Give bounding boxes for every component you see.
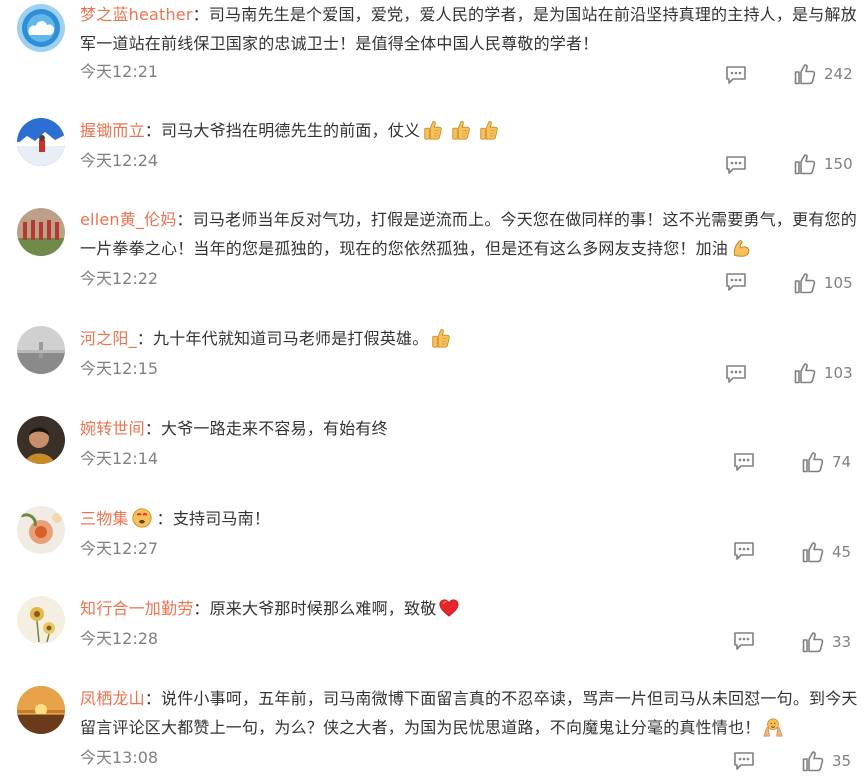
like-count: 35 xyxy=(832,752,852,770)
comment-time: 今天12:28 xyxy=(80,629,159,648)
avatar[interactable] xyxy=(17,326,65,374)
comment-time: 今天12:21 xyxy=(80,62,159,81)
reply-icon[interactable] xyxy=(733,452,755,472)
sunset-avatar-icon xyxy=(17,686,65,734)
like-icon xyxy=(802,750,824,772)
like-button[interactable]: 74 xyxy=(802,451,851,473)
like-icon xyxy=(794,63,816,85)
reply-icon[interactable] xyxy=(725,65,747,85)
reply-icon[interactable] xyxy=(725,155,747,175)
like-button[interactable]: 103 xyxy=(794,362,853,384)
cemetery-avatar-icon xyxy=(17,208,65,256)
flexed-biceps-emoji xyxy=(730,237,752,259)
like-count: 33 xyxy=(832,633,852,651)
like-button[interactable]: 45 xyxy=(802,541,851,563)
avatar[interactable] xyxy=(17,118,65,166)
thumbs-up-emoji xyxy=(430,327,452,349)
comment-body: 九十年代就知道司马老师是打假英雄。 xyxy=(153,329,429,348)
like-icon xyxy=(794,153,816,175)
comment-time: 今天12:24 xyxy=(80,151,159,170)
dark-portrait-avatar-icon xyxy=(17,416,65,464)
comment-text: 凤栖龙山：说件小事呵，五年前，司马南微博下面留言真的不忍卒读，骂声一片但司马从未… xyxy=(80,689,858,738)
like-button[interactable]: 105 xyxy=(794,272,853,294)
like-icon xyxy=(802,451,824,473)
like-count: 103 xyxy=(824,364,853,382)
avatar[interactable] xyxy=(17,596,65,644)
comment-text: 河之阳_：九十年代就知道司马老师是打假英雄。 xyxy=(80,324,860,353)
avatar[interactable] xyxy=(17,208,65,256)
like-button[interactable]: 150 xyxy=(794,153,853,175)
like-count: 105 xyxy=(824,274,853,292)
comment-text: 梦之蓝heather：司马南先生是个爱国，爱党，爱人民的学者，是为国站在前沿坚持… xyxy=(80,5,857,53)
comment-item: 河之阳_：九十年代就知道司马老师是打假英雄。 今天12:15 103 xyxy=(0,318,864,398)
username-link[interactable]: ellen黄_伦妈 xyxy=(80,210,177,229)
username-link[interactable]: 知行合一加勤劳 xyxy=(80,599,193,618)
comment-body: 司马大爷挡在明德先生的前面，仗义 xyxy=(161,121,421,140)
reply-icon[interactable] xyxy=(733,631,755,651)
comment-item: 三物集 ：支持司马南！ 今天12:27 45 xyxy=(0,498,864,578)
comment-time: 今天12:22 xyxy=(80,269,159,288)
comment-time: 今天12:14 xyxy=(80,449,159,468)
comment-text: 握锄而立：司马大爷挡在明德先生的前面，仗义 xyxy=(80,116,860,145)
like-icon xyxy=(794,362,816,384)
username-link[interactable]: 梦之蓝heather xyxy=(80,5,193,24)
reply-icon[interactable] xyxy=(725,272,747,292)
like-button[interactable]: 33 xyxy=(802,631,851,653)
like-count: 45 xyxy=(832,543,852,561)
comment-text: 婉转世间：大爷一路走来不容易，有始有终 xyxy=(80,419,388,438)
emoji-badge-icon xyxy=(131,508,152,528)
comment-time: 今天13:08 xyxy=(80,748,159,767)
comment-body: 大爷一路走来不容易，有始有终 xyxy=(161,419,388,438)
comment-text: ellen黄_伦妈：司马老师当年反对气功，打假是逆流而上。今天您在做同样的事！这… xyxy=(80,210,857,259)
comment-body: 说件小事呵，五年前，司马南微博下面留言真的不忍卒读，骂声一片但司马从未回怼一句。… xyxy=(80,689,858,737)
like-count: 150 xyxy=(824,155,853,173)
gray-landscape-avatar-icon xyxy=(17,326,65,374)
avatar[interactable] xyxy=(17,416,65,464)
like-count: 242 xyxy=(824,65,853,83)
like-icon xyxy=(802,541,824,563)
thumbs-up-emoji xyxy=(422,119,444,141)
username-link[interactable]: 握锄而立 xyxy=(80,121,145,140)
like-button[interactable]: 242 xyxy=(794,63,853,85)
mountain-avatar-icon xyxy=(17,118,65,166)
comment-body: 支持司马南！ xyxy=(172,509,271,528)
reply-icon[interactable] xyxy=(733,751,755,771)
like-button[interactable]: 35 xyxy=(802,750,851,772)
comment-text: 知行合一加勤劳：原来大爷那时候那么难啊，致敬 xyxy=(80,594,860,623)
flower-avatar-icon xyxy=(17,506,65,554)
comment-item: 梦之蓝heather：司马南先生是个爱国，爱党，爱人民的学者，是为国站在前沿坚持… xyxy=(0,0,864,98)
reply-icon[interactable] xyxy=(725,364,747,384)
comment-item: ellen黄_伦妈：司马老师当年反对气功，打假是逆流而上。今天您在做同样的事！这… xyxy=(0,200,864,300)
avatar[interactable] xyxy=(17,4,65,52)
red-heart-emoji xyxy=(438,597,460,619)
like-count: 74 xyxy=(832,453,852,471)
username-link[interactable]: 婉转世间 xyxy=(80,419,145,438)
like-icon xyxy=(794,272,816,294)
comment-time: 今天12:27 xyxy=(80,539,159,558)
reply-icon[interactable] xyxy=(733,541,755,561)
username-link[interactable]: 三物集 xyxy=(80,509,129,528)
avatar[interactable] xyxy=(17,686,65,734)
username-link[interactable]: 河之阳_ xyxy=(80,329,137,348)
thumbs-up-emoji xyxy=(478,119,500,141)
thumbs-up-emoji xyxy=(450,119,472,141)
like-icon xyxy=(802,631,824,653)
comment-text: 三物集 ：支持司马南！ xyxy=(80,508,271,528)
comment-item: 握锄而立：司马大爷挡在明德先生的前面，仗义 今天12:24 150 xyxy=(0,110,864,190)
flower-sketch-avatar-icon xyxy=(17,596,65,644)
comment-item: 婉转世间：大爷一路走来不容易，有始有终 今天12:14 74 xyxy=(0,408,864,488)
comment-body: 原来大爷那时候那么难啊，致敬 xyxy=(209,599,437,618)
folded-hands-emoji xyxy=(762,716,784,738)
avatar[interactable] xyxy=(17,506,65,554)
comment-item: 凤栖龙山：说件小事呵，五年前，司马南微博下面留言真的不忍卒读，骂声一片但司马从未… xyxy=(0,678,864,780)
comment-item: 知行合一加勤劳：原来大爷那时候那么难啊，致敬 今天12:28 33 xyxy=(0,588,864,668)
comment-time: 今天12:15 xyxy=(80,359,159,378)
username-link[interactable]: 凤栖龙山 xyxy=(80,689,145,708)
cloud-avatar-icon xyxy=(17,4,65,52)
